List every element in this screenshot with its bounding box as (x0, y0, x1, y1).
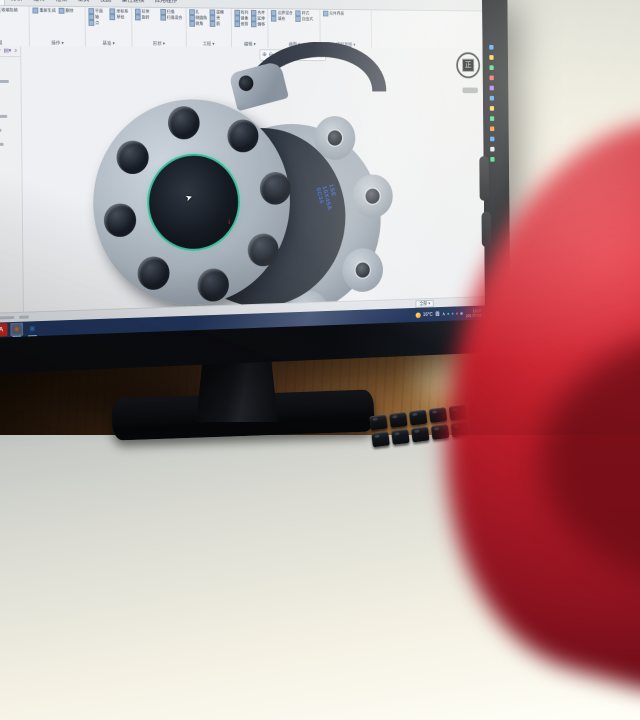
model-tree-toolbar: T▾ ▤▾ ⌕ (0, 46, 20, 57)
ribbon-tab-注释[interactable]: 注释 (28, 0, 49, 6)
tool-icon (59, 8, 65, 14)
tool-icon (251, 21, 257, 27)
tray-app3-icon[interactable]: ● (456, 311, 459, 317)
ribbon-tab-视图[interactable]: 视图 (95, 0, 116, 6)
bezel-reflected-icon (490, 86, 494, 91)
tree-settings-icon[interactable]: ▤▾ (4, 48, 12, 54)
monitor: 正 45C238 (活动的) - Creo Parametric 文件模型分析注… (0, 0, 511, 375)
tool-icon (210, 21, 216, 27)
tool-icon (323, 11, 328, 17)
keyboard-key (389, 412, 408, 428)
ribbon: 用户定义特征复制几何收缩包络获取数据重新生成删除操作 ▾平面轴点坐标系草绘基准 … (0, 6, 483, 50)
tool-icon (295, 16, 300, 22)
plate-lobe-hole[interactable] (328, 130, 342, 145)
bezel-reflected-icon (490, 116, 494, 121)
ribbon-group: 平面轴点坐标系草绘基准 ▾ (85, 7, 132, 47)
bezel-reflected-icon (490, 96, 494, 101)
ribbon-button-填充[interactable]: 填充 (271, 16, 293, 22)
selection-filter-dropdown[interactable]: 全部 ▾ (416, 299, 434, 307)
tree-filter-icon[interactable]: T▾ (0, 48, 1, 54)
bezel-reflected-icon (489, 45, 493, 50)
model-tree-item[interactable]: XT (0, 64, 20, 71)
bezel-reflected-icon (490, 137, 494, 142)
ribbon-group: 重新生成删除操作 ▾ (30, 6, 86, 46)
weather-icon[interactable] (415, 312, 420, 318)
autocad-icon[interactable]: A (0, 323, 8, 336)
ribbon-tab-应用程序[interactable]: 应用程序 (150, 0, 182, 7)
ribbon-button-修剪[interactable]: 修剪 (234, 21, 248, 27)
model-top-lug[interactable] (229, 61, 289, 112)
ribbon-button-重新生成[interactable]: 重新生成 (33, 8, 56, 14)
keyboard-key (371, 431, 390, 447)
tray-app2-icon[interactable]: ● (451, 311, 454, 317)
ribbon-tab-分析[interactable]: 分析 (6, 0, 28, 5)
keyboard-key (409, 410, 428, 426)
weather-temp: 16°C (423, 312, 433, 318)
tray-app1-icon[interactable]: ● (447, 311, 450, 317)
ribbon-button-筋[interactable]: 筋 (210, 21, 228, 27)
ribbon-tab-渲染[interactable]: 渲染 (51, 0, 72, 6)
ribbon-button-偏移[interactable]: 偏移 (251, 21, 265, 27)
tool-icon (110, 14, 116, 20)
model-tree-item[interactable] (0, 175, 22, 183)
model-tree-item[interactable] (0, 71, 21, 78)
tool-icon (33, 8, 39, 14)
keyboard-key (429, 407, 448, 423)
ribbon-tab-工具[interactable]: 工具 (73, 0, 94, 6)
ribbon-group-label[interactable]: 获取数据 (0, 39, 26, 46)
ribbon-button-自由式[interactable]: 自由式 (295, 16, 316, 22)
ribbon-group: 用户定义特征复制几何收缩包络获取数据 (0, 6, 30, 47)
tool-icon (160, 15, 166, 21)
bezel-reflection-bar (482, 212, 492, 247)
ribbon-button-收缩包络[interactable]: 收缩包络 (0, 7, 26, 13)
ribbon-button-元件界面[interactable]: 元件界面 (323, 11, 344, 17)
bezel-reflected-icon (490, 106, 494, 111)
bezel-compass-logo: 正 (456, 52, 480, 78)
bezel-reflected-icon (489, 55, 493, 60)
ribbon-button-删除[interactable]: 删除 (59, 8, 82, 14)
tool-icon (189, 21, 195, 27)
model-tree-panel: T▾ ▤▾ ⌕ XTDYS_DEF (0, 46, 24, 315)
tree-search-icon[interactable]: ⌕ (14, 48, 17, 55)
bezel-reflected-icon (490, 147, 494, 152)
ribbon-tab-柔性建模[interactable]: 柔性建模 (117, 0, 149, 7)
keyboard-key (369, 414, 388, 430)
weather-condition: 霾 (435, 311, 439, 318)
keyboard-key (411, 426, 430, 442)
bezel-reflection-bar (479, 156, 489, 201)
ribbon-button-点[interactable]: 点 (88, 20, 107, 26)
ribbon-group: 拉伸旋转扫描扫描混合形状 ▾ (132, 8, 186, 47)
ribbon-group: 孔倒圆角倒角拔模壳筋工程 ▾ (186, 8, 232, 47)
model-tree-item[interactable] (0, 57, 20, 64)
ribbon-button-旋转[interactable]: 旋转 (135, 15, 157, 21)
flange-bolt-hole[interactable] (227, 119, 258, 152)
bezel-reflected-icon (490, 76, 494, 81)
bezel-icon-strip (489, 45, 496, 202)
ribbon-button-倒角[interactable]: 倒角 (189, 21, 207, 27)
lug-hole (237, 74, 255, 93)
bezel-label (462, 88, 477, 94)
flange-bolt-hole[interactable] (168, 106, 200, 139)
active-app-icon[interactable]: ◉ (10, 323, 23, 336)
creo-application-window: 45C238 (活动的) - Creo Parametric 文件模型分析注释渲… (0, 0, 485, 339)
tool-icon (88, 20, 94, 26)
security-shield-icon[interactable]: ◆ (460, 310, 463, 316)
ribbon-button-扫描混合[interactable]: 扫描混合 (160, 15, 182, 21)
image-viewer-icon[interactable]: ▣ (26, 322, 39, 335)
selection-annotation: ¡ (228, 219, 230, 225)
tool-icon (234, 21, 240, 27)
graphics-area[interactable]: T▾ ▤▾ ⌕ XTDYS_DEF ⊕⊖◻↻◫▱⚑+▤◉ 1SE10X45A5C… (0, 46, 485, 315)
tool-icon (135, 15, 141, 21)
keyboard-key (391, 429, 410, 445)
bezel-reflected-icon (490, 126, 494, 131)
ribbon-tab-模型[interactable]: 模型 (0, 0, 5, 5)
bezel-reflected-icon (489, 65, 493, 70)
tray-expand-icon[interactable]: ∧ (442, 311, 445, 317)
tool-icon (271, 16, 276, 22)
bezel-reflected-icon (490, 157, 494, 162)
ribbon-button-草绘[interactable]: 草绘 (110, 14, 129, 20)
model-tree-item[interactable] (0, 78, 21, 85)
